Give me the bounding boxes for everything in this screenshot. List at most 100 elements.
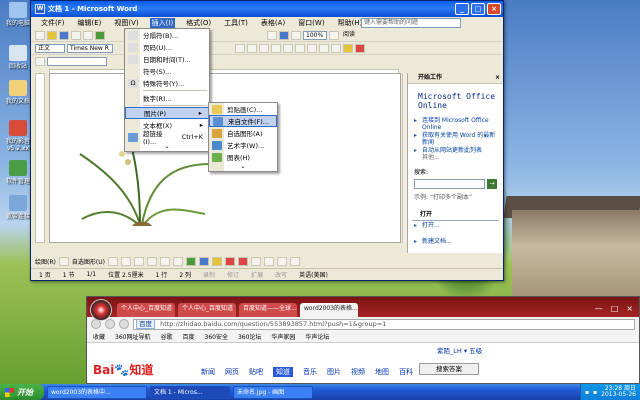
drawing-icon[interactable] (291, 30, 301, 40)
textbox-tool-icon[interactable] (159, 256, 170, 266)
line-weight-icon[interactable] (250, 256, 261, 266)
task-pane-close-icon[interactable]: × (495, 73, 503, 83)
new-doc-icon[interactable] (35, 30, 45, 40)
text-color-icon[interactable] (237, 256, 248, 266)
print-icon[interactable] (71, 30, 81, 40)
read-button[interactable]: 阅读 (341, 31, 367, 40)
status-ext[interactable]: 扩展 (251, 270, 263, 279)
line-select[interactable] (47, 57, 107, 66)
status-rev[interactable]: 修订 (227, 270, 239, 279)
browser-maximize-icon[interactable]: □ (611, 304, 619, 313)
picture-menu-item-autoshape[interactable]: 自选图形(A) (209, 127, 277, 139)
maximize-button[interactable]: □ (471, 3, 485, 15)
nav-zhidao[interactable]: 知道 (273, 367, 293, 377)
nav-web[interactable]: 网页 (225, 367, 239, 377)
menu-file[interactable]: 文件(F) (39, 18, 67, 28)
picture-menu-item-clipart[interactable]: 剪贴画(C)... (209, 103, 277, 115)
menu-edit[interactable]: 编辑(E) (76, 18, 104, 28)
menu-format[interactable]: 格式(O) (184, 18, 213, 28)
outdent-icon[interactable] (319, 43, 329, 53)
fav-item[interactable]: 360网址导航 (115, 332, 150, 341)
nav-news[interactable]: 新闻 (201, 367, 215, 377)
diagram-icon[interactable] (185, 256, 196, 266)
help-search-input[interactable]: 键入需要帮助的问题 (361, 18, 461, 28)
browser-close-icon[interactable]: × (626, 304, 633, 313)
minimize-button[interactable]: _ (455, 3, 469, 15)
nav-tieba[interactable]: 贴吧 (249, 367, 263, 377)
baidu-logo[interactable]: Bai🐾知道 (93, 361, 153, 378)
help-icon[interactable] (329, 30, 339, 40)
insert-menu-item-page-number[interactable]: 页码(U)... (125, 41, 209, 53)
tray-network-icon[interactable]: ▪ (585, 389, 589, 396)
link-latest-news[interactable]: 获取有关使用 Word 的最新新闻 (408, 131, 503, 146)
menu-insert[interactable]: 插入(I) (149, 18, 176, 28)
link-connect-online[interactable]: 连接到 Microsoft Office Online (408, 116, 503, 131)
word-titlebar[interactable]: W 文档 1 - Microsoft Word _ □ × (31, 1, 503, 17)
desktop-icon-my-computer[interactable]: 我的电脑 (3, 2, 33, 27)
highlight-icon[interactable] (343, 43, 353, 53)
menu-table[interactable]: 表格(A) (259, 18, 287, 28)
rectangle-icon[interactable] (133, 256, 144, 266)
submenu-expand-chevron-icon[interactable]: ⌄ (209, 163, 277, 171)
indent-icon[interactable] (331, 43, 341, 53)
status-rec[interactable]: 录制 (203, 270, 215, 279)
spellcheck-icon[interactable] (95, 30, 105, 40)
refresh-icon[interactable] (119, 319, 129, 329)
vertical-ruler[interactable] (35, 73, 45, 243)
menu-window[interactable]: 窗口(W) (296, 18, 326, 28)
fav-item[interactable]: 360安全 (205, 332, 228, 341)
fav-item[interactable]: 谷歌 (160, 332, 172, 341)
menu-view[interactable]: 视图(V) (112, 18, 140, 28)
menu-expand-chevron-icon[interactable]: ⌄ (125, 143, 209, 151)
desktop-icon-broadband[interactable]: 宽带连接 (3, 195, 33, 220)
browser-tab[interactable]: 个人中心_百度知道 (117, 303, 175, 317)
line-spacing-icon[interactable] (283, 43, 293, 53)
dash-style-icon[interactable] (263, 256, 274, 266)
arrow-icon[interactable] (120, 256, 131, 266)
align-right-icon[interactable] (259, 43, 269, 53)
nav-images[interactable]: 图片 (327, 367, 341, 377)
browser-minimize-icon[interactable]: — (595, 304, 603, 313)
desktop-icon-media-player[interactable]: 我的影音 v5.2.xx (3, 120, 33, 152)
insert-menu-item-symbol[interactable]: 符号(S)... (125, 65, 209, 77)
columns-icon[interactable] (279, 30, 289, 40)
nav-map[interactable]: 地图 (375, 367, 389, 377)
browser-tab[interactable]: 个人中心_百度知道 (178, 303, 236, 317)
task-pane-search-input[interactable] (414, 179, 485, 189)
link-new-document[interactable]: 新建文档... (408, 237, 503, 245)
fav-item[interactable]: 收藏 (93, 332, 105, 341)
start-button[interactable]: 开始 (0, 384, 44, 400)
clipart-icon[interactable] (198, 256, 209, 266)
insert-menu-item-special-symbol[interactable]: Ω 特殊符号(Y)... (125, 77, 209, 89)
browser-tab[interactable]: 百度知道——全球... (239, 303, 297, 317)
numbering-icon[interactable] (295, 43, 305, 53)
fav-item[interactable]: 华声家园 (271, 332, 295, 341)
desktop-icon-recycle-bin[interactable]: 回收站 (3, 45, 33, 70)
nav-baike[interactable]: 百科 (399, 367, 413, 377)
wordart-icon[interactable] (172, 256, 183, 266)
zoom-select[interactable]: 100% (303, 30, 327, 40)
nav-video[interactable]: 视频 (351, 367, 365, 377)
browser-tab-active[interactable]: word2003的表格... (300, 303, 358, 317)
fav-item[interactable]: 百度 (182, 332, 194, 341)
shadow-icon[interactable] (276, 256, 287, 266)
user-info[interactable]: 紫陌_LH ▾ 五级 (437, 345, 482, 355)
fill-color-icon[interactable] (211, 256, 222, 266)
taskbar-button-browser[interactable]: word2003的表格中... (47, 385, 147, 399)
search-answer-button[interactable]: 搜索答案 (419, 363, 479, 375)
clock[interactable]: 23:28 周日 2013-05-26 (601, 386, 636, 398)
open-icon[interactable] (47, 30, 57, 40)
table-icon[interactable] (267, 30, 277, 40)
nav-music[interactable]: 音乐 (303, 367, 317, 377)
save-icon[interactable] (59, 30, 69, 40)
draw-menu[interactable]: 绘图(R) (35, 257, 56, 266)
tray-volume-icon[interactable]: ▪ (593, 389, 597, 396)
preview-icon[interactable] (83, 30, 93, 40)
autoshape-menu[interactable]: 自选图形(U) (72, 257, 105, 266)
link-open[interactable]: 打开... (408, 221, 503, 229)
font-select[interactable]: Times New R (67, 43, 113, 53)
status-ovr[interactable]: 改写 (275, 270, 287, 279)
desktop-icon-my-documents[interactable]: 我的文档 (3, 80, 33, 105)
insert-menu-item-break[interactable]: 分隔符(B)... (125, 29, 209, 41)
menu-help[interactable]: 帮助(H) (336, 18, 365, 28)
